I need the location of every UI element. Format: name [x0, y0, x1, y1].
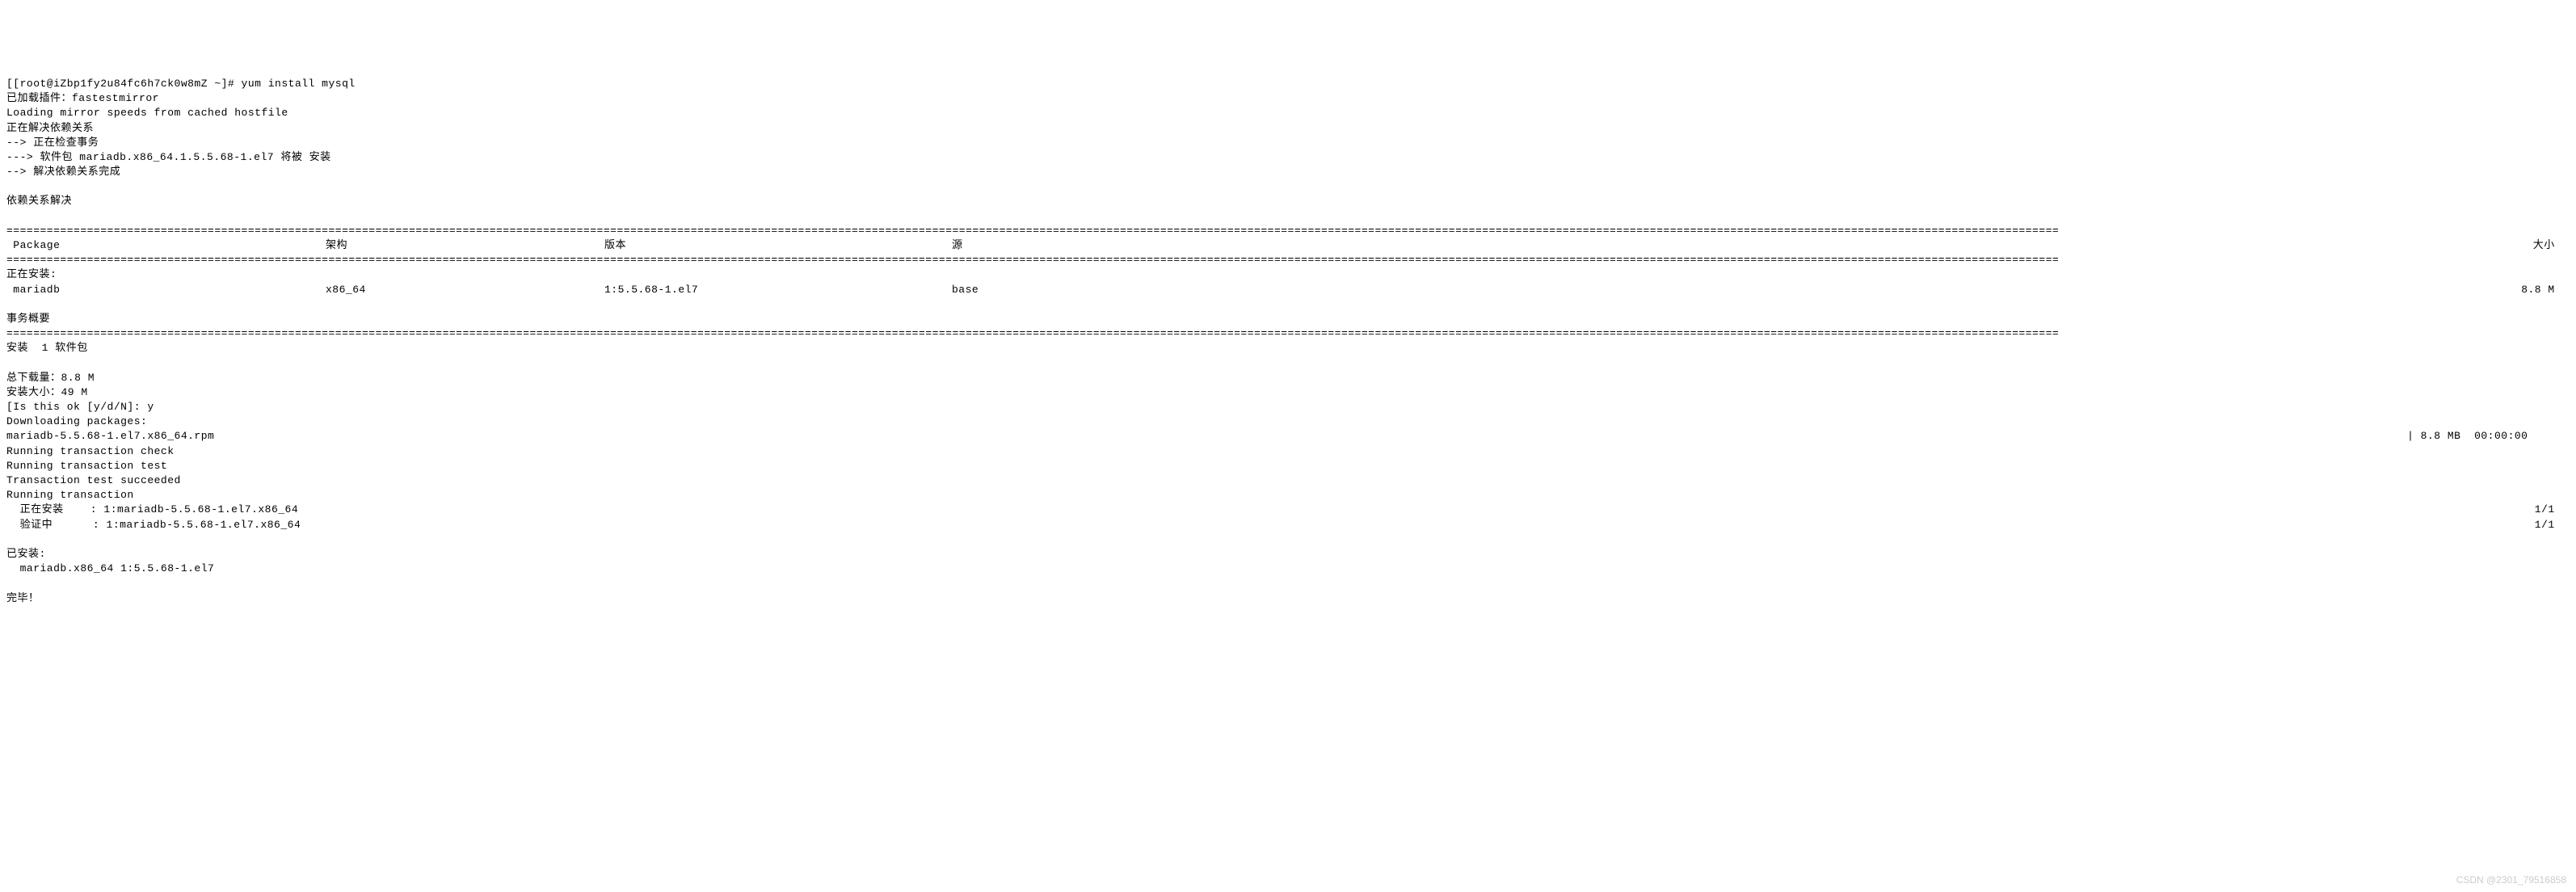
- cell-size: 8.8 M: [1227, 283, 2570, 297]
- output-line: Loading mirror speeds from cached hostfi…: [6, 107, 288, 119]
- output-line: Running transaction: [6, 489, 134, 501]
- installing-label: 正在安装:: [6, 268, 57, 280]
- output-line: Transaction test succeeded: [6, 474, 181, 486]
- output-line: 总下载量：8.8 M: [6, 372, 95, 384]
- install-progress-row: 正在安装 : 1:mariadb-5.5.68-1.el7.x86_641/1: [6, 503, 2570, 517]
- download-filename: mariadb-5.5.68-1.el7.x86_64.rpm: [6, 429, 214, 444]
- install-count: 安装 1 软件包: [6, 342, 88, 354]
- header-package: Package: [6, 238, 326, 253]
- header-arch: 架构: [326, 238, 604, 253]
- installed-label: 已安装:: [6, 548, 46, 560]
- terminal-output: [[root@iZbp1fy2u84fc6h7ck0w8mZ ~]# yum i…: [6, 62, 2570, 606]
- installed-package: mariadb.x86_64 1:5.5.68-1.el7: [6, 562, 214, 574]
- download-stats: | 8.8 MB 00:00:00: [2407, 429, 2570, 444]
- output-line: 已加载插件：fastestmirror: [6, 92, 159, 104]
- separator-line: ========================================…: [6, 326, 2570, 341]
- output-line: Running transaction check: [6, 445, 175, 457]
- table-header-row: Package架构版本源大小: [6, 238, 2570, 253]
- confirm-prompt: [Is this ok [y/d/N]: y: [6, 401, 154, 413]
- command-text: yum install mysql: [242, 78, 356, 90]
- shell-prompt: [[root@iZbp1fy2u84fc6h7ck0w8mZ ~]#: [6, 78, 242, 90]
- download-row: mariadb-5.5.68-1.el7.x86_64.rpm | 8.8 MB …: [6, 429, 2570, 444]
- output-line: --> 解决依赖关系完成: [6, 166, 120, 178]
- cell-arch: x86_64: [326, 283, 604, 297]
- watermark: CSDN @2301_79516858: [2456, 873, 2566, 887]
- verify-progress-row: 验证中 : 1:mariadb-5.5.68-1.el7.x86_641/1: [6, 518, 2570, 532]
- separator-line: ========================================…: [6, 224, 2570, 238]
- summary-label: 事务概要: [6, 313, 50, 325]
- output-line: 安装大小：49 M: [6, 386, 88, 398]
- header-repo: 源: [952, 238, 1227, 253]
- complete-label: 完毕！: [6, 592, 40, 604]
- cell-version: 1:5.5.68-1.el7: [604, 283, 952, 297]
- output-line: --> 正在检查事务: [6, 137, 99, 149]
- install-progress-count: 1/1: [2535, 503, 2570, 517]
- output-line: ---> 软件包 mariadb.x86_64.1.5.5.68-1.el7 将…: [6, 151, 331, 163]
- cell-package: mariadb: [6, 283, 326, 297]
- separator-line: ========================================…: [6, 253, 2570, 267]
- verify-progress-count: 1/1: [2535, 518, 2570, 532]
- output-line: Running transaction test: [6, 460, 167, 472]
- header-size: 大小: [1227, 238, 2570, 253]
- install-progress-text: 正在安装 : 1:mariadb-5.5.68-1.el7.x86_64: [6, 503, 2535, 517]
- table-row: mariadbx86_641:5.5.68-1.el7base8.8 M: [6, 283, 2570, 297]
- output-line: 依赖关系解决: [6, 195, 72, 207]
- output-line: 正在解决依赖关系: [6, 122, 94, 134]
- cell-repo: base: [952, 283, 1227, 297]
- header-version: 版本: [604, 238, 952, 253]
- downloading-label: Downloading packages:: [6, 415, 147, 427]
- verify-progress-text: 验证中 : 1:mariadb-5.5.68-1.el7.x86_64: [6, 518, 2535, 532]
